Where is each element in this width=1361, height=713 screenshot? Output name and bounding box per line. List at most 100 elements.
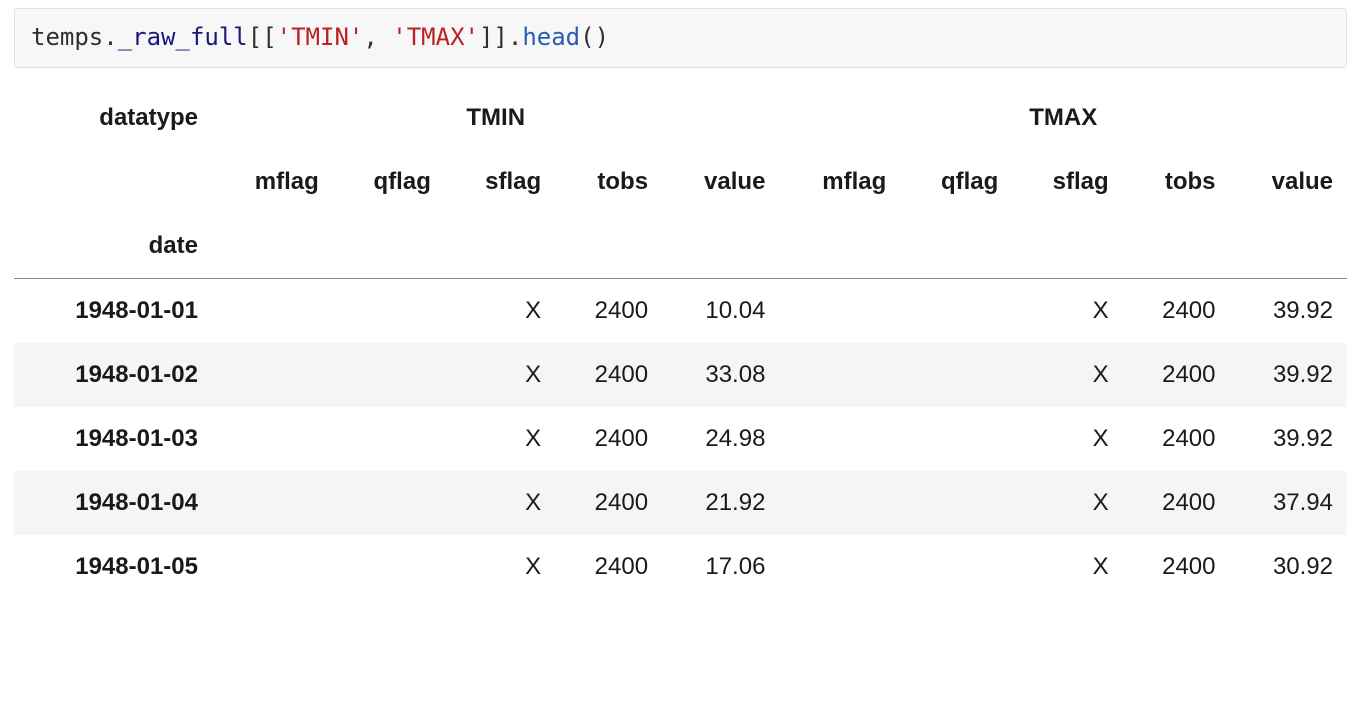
col-tmin-qflag: qflag xyxy=(333,150,445,214)
cell-tmax-tobs: 2400 xyxy=(1123,278,1230,343)
cell-tmax-sflag: X xyxy=(1012,535,1122,599)
cell-tmin-mflag xyxy=(212,535,333,599)
code-input-cell[interactable]: temps._raw_full[['TMIN', 'TMAX']].head() xyxy=(14,8,1347,68)
cell-tmax-value: 39.92 xyxy=(1230,278,1348,343)
cell-tmin-mflag xyxy=(212,407,333,471)
cell-tmin-mflag xyxy=(212,343,333,407)
header-blank xyxy=(555,214,662,279)
header-blank xyxy=(445,214,555,279)
row-index-date: 1948-01-02 xyxy=(14,343,212,407)
cell-tmax-value: 39.92 xyxy=(1230,343,1348,407)
table-row: 1948-01-01X240010.04X240039.92 xyxy=(14,278,1347,343)
cell-tmax-mflag xyxy=(779,535,900,599)
col-tmax-mflag: mflag xyxy=(779,150,900,214)
col-tmax-qflag: qflag xyxy=(900,150,1012,214)
cell-tmin-sflag: X xyxy=(445,407,555,471)
cell-tmin-mflag xyxy=(212,471,333,535)
cell-tmax-qflag xyxy=(900,535,1012,599)
code-comma: , xyxy=(363,23,392,51)
col-tmax-tobs: tobs xyxy=(1123,150,1230,214)
code-call-head: head xyxy=(522,23,580,51)
cell-tmin-value: 33.08 xyxy=(662,343,779,407)
table-head: datatype TMIN TMAX mflag qflag sflag tob… xyxy=(14,86,1347,279)
header-blank xyxy=(14,150,212,214)
cell-tmax-sflag: X xyxy=(1012,343,1122,407)
col-tmax-sflag: sflag xyxy=(1012,150,1122,214)
cell-tmin-value: 17.06 xyxy=(662,535,779,599)
cell-tmax-sflag: X xyxy=(1012,407,1122,471)
code-string-tmin: 'TMIN' xyxy=(277,23,364,51)
cell-tmax-mflag xyxy=(779,278,900,343)
row-index-date: 1948-01-05 xyxy=(14,535,212,599)
code-attr: _raw_full xyxy=(118,23,248,51)
cell-tmin-qflag xyxy=(333,343,445,407)
cell-tmax-mflag xyxy=(779,407,900,471)
cell-tmin-tobs: 2400 xyxy=(555,535,662,599)
column-group-tmin: TMIN xyxy=(212,86,779,150)
col-tmin-mflag: mflag xyxy=(212,150,333,214)
cell-tmax-qflag xyxy=(900,407,1012,471)
header-row-level0: datatype TMIN TMAX xyxy=(14,86,1347,150)
header-blank xyxy=(1230,214,1348,279)
table-row: 1948-01-04X240021.92X240037.94 xyxy=(14,471,1347,535)
col-tmin-tobs: tobs xyxy=(555,150,662,214)
cell-tmax-qflag xyxy=(900,278,1012,343)
code-string-tmax: 'TMAX' xyxy=(392,23,479,51)
header-row-level1: mflag qflag sflag tobs value mflag qflag… xyxy=(14,150,1347,214)
cell-tmax-value: 30.92 xyxy=(1230,535,1348,599)
cell-tmax-sflag: X xyxy=(1012,278,1122,343)
header-blank xyxy=(1123,214,1230,279)
code-paren: () xyxy=(580,23,609,51)
cell-tmax-tobs: 2400 xyxy=(1123,407,1230,471)
cell-tmax-tobs: 2400 xyxy=(1123,343,1230,407)
header-blank xyxy=(333,214,445,279)
cell-tmin-sflag: X xyxy=(445,343,555,407)
cell-tmin-tobs: 2400 xyxy=(555,471,662,535)
cell-tmin-qflag xyxy=(333,278,445,343)
row-index-date: 1948-01-01 xyxy=(14,278,212,343)
cell-tmin-mflag xyxy=(212,278,333,343)
cell-tmax-mflag xyxy=(779,343,900,407)
cell-tmin-tobs: 2400 xyxy=(555,343,662,407)
cell-tmin-qflag xyxy=(333,471,445,535)
code-dot: . xyxy=(103,23,117,51)
cell-tmax-qflag xyxy=(900,343,1012,407)
table-row: 1948-01-02X240033.08X240039.92 xyxy=(14,343,1347,407)
header-blank xyxy=(1012,214,1122,279)
cell-tmin-qflag xyxy=(333,407,445,471)
code-obj: temps xyxy=(31,23,103,51)
row-index-date: 1948-01-04 xyxy=(14,471,212,535)
cell-tmin-sflag: X xyxy=(445,278,555,343)
header-row-index-name: date xyxy=(14,214,1347,279)
cell-tmax-value: 39.92 xyxy=(1230,407,1348,471)
col-tmin-value: value xyxy=(662,150,779,214)
cell-tmin-tobs: 2400 xyxy=(555,278,662,343)
cell-tmax-value: 37.94 xyxy=(1230,471,1348,535)
dataframe-table: datatype TMIN TMAX mflag qflag sflag tob… xyxy=(14,86,1347,599)
col-tmin-sflag: sflag xyxy=(445,150,555,214)
code-dot: . xyxy=(508,23,522,51)
cell-tmin-value: 24.98 xyxy=(662,407,779,471)
col-tmax-value: value xyxy=(1230,150,1348,214)
notebook-cell-group: temps._raw_full[['TMIN', 'TMAX']].head()… xyxy=(0,0,1361,613)
cell-tmin-qflag xyxy=(333,535,445,599)
cell-tmax-qflag xyxy=(900,471,1012,535)
cell-tmin-sflag: X xyxy=(445,535,555,599)
table-row: 1948-01-03X240024.98X240039.92 xyxy=(14,407,1347,471)
cell-tmin-sflag: X xyxy=(445,471,555,535)
cell-tmin-value: 21.92 xyxy=(662,471,779,535)
cell-tmin-value: 10.04 xyxy=(662,278,779,343)
cell-tmax-mflag xyxy=(779,471,900,535)
dataframe-output: datatype TMIN TMAX mflag qflag sflag tob… xyxy=(14,86,1347,599)
code-bracket-close: ]] xyxy=(479,23,508,51)
header-blank xyxy=(779,214,900,279)
header-blank xyxy=(212,214,333,279)
table-body: 1948-01-01X240010.04X240039.921948-01-02… xyxy=(14,278,1347,599)
header-blank xyxy=(900,214,1012,279)
column-group-tmax: TMAX xyxy=(779,86,1347,150)
cell-tmax-sflag: X xyxy=(1012,471,1122,535)
cell-tmax-tobs: 2400 xyxy=(1123,535,1230,599)
row-index-date: 1948-01-03 xyxy=(14,407,212,471)
cell-tmax-tobs: 2400 xyxy=(1123,471,1230,535)
cell-tmin-tobs: 2400 xyxy=(555,407,662,471)
